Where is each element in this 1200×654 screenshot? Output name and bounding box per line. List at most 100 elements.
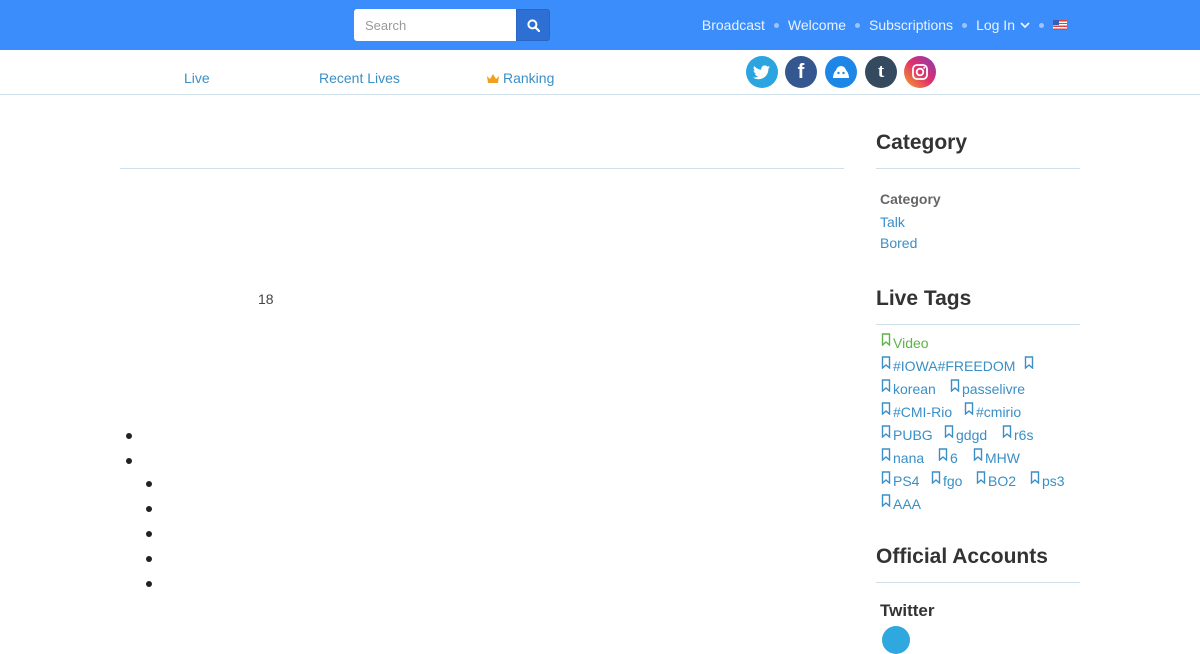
bookmark-icon	[1024, 356, 1034, 369]
search-button[interactable]	[516, 9, 550, 41]
live-tag[interactable]: Video	[881, 333, 929, 351]
welcome-link[interactable]: Welcome	[788, 17, 846, 33]
bookmark-icon	[881, 471, 891, 484]
search-form	[354, 9, 550, 41]
chevron-down-icon	[1020, 22, 1030, 29]
live-tag-label: korean	[893, 381, 936, 397]
top-nav-links: Broadcast Welcome Subscriptions Log In	[702, 0, 1067, 50]
category-label: Category	[880, 191, 941, 207]
live-tag[interactable]: r6s	[1002, 425, 1034, 443]
live-tags-divider	[876, 324, 1080, 325]
broadcast-link[interactable]: Broadcast	[702, 17, 765, 33]
bookmark-icon	[881, 448, 891, 461]
live-tag[interactable]: nana	[881, 448, 925, 466]
tumblr-icon[interactable]: t	[865, 56, 897, 88]
live-tag-label: #IOWA#FREEDOM	[893, 358, 1016, 374]
live-tag[interactable]: #cmirio	[964, 402, 1022, 420]
search-input[interactable]	[354, 9, 516, 41]
category-link-bored[interactable]: Bored	[880, 235, 917, 251]
twitter-heading: Twitter	[880, 601, 935, 620]
live-tag-label: 6	[950, 450, 958, 466]
bookmark-icon	[964, 402, 974, 415]
bookmark-icon	[881, 356, 891, 369]
tab-ranking-label: Ranking	[503, 70, 555, 86]
twitter-bird-glyph	[753, 64, 770, 79]
live-tags-heading: Live Tags	[876, 287, 972, 310]
bookmark-icon	[950, 379, 960, 392]
live-tag-label: PUBG	[893, 427, 933, 443]
live-tag[interactable]: fgo	[931, 471, 963, 489]
live-tag-label: Video	[893, 335, 929, 351]
bookmark-icon	[881, 494, 891, 507]
bookmark-icon	[944, 425, 954, 438]
category-link-talk[interactable]: Talk	[880, 214, 905, 230]
crown-icon	[487, 74, 499, 83]
live-tag-label: ps3	[1042, 473, 1065, 489]
sub-navbar: Live Recent Lives Ranking f t	[0, 50, 1200, 95]
twitter-icon[interactable]	[746, 56, 778, 88]
live-tag[interactable]: AAA	[881, 494, 922, 512]
live-tag[interactable]: MHW	[973, 448, 1020, 466]
list-bullet	[146, 556, 152, 562]
list-bullet	[146, 531, 152, 537]
live-tag[interactable]: gdgd	[944, 425, 988, 443]
tab-live[interactable]: Live	[184, 70, 210, 86]
category-divider	[876, 168, 1080, 169]
bookmark-icon	[976, 471, 986, 484]
bookmark-icon	[1002, 425, 1012, 438]
live-tag[interactable]: korean	[881, 379, 936, 397]
nav-separator	[1039, 22, 1044, 28]
list-bullet	[126, 458, 132, 464]
tab-ranking[interactable]: Ranking	[486, 70, 554, 86]
live-tag[interactable]: BO2	[976, 471, 1017, 489]
live-tag-label: AAA	[893, 496, 922, 512]
official-accounts-divider	[876, 582, 1080, 583]
live-tag-label: BO2	[988, 473, 1017, 489]
nav-separator	[773, 22, 779, 28]
bookmark-icon	[1030, 471, 1040, 484]
list-bullet	[126, 433, 132, 439]
live-tag-label: nana	[893, 450, 925, 466]
main-divider	[120, 168, 844, 169]
live-count: 18	[258, 291, 274, 307]
cas-icon[interactable]	[825, 56, 857, 88]
live-tag-label: #cmirio	[976, 404, 1022, 420]
top-navbar: Broadcast Welcome Subscriptions Log In	[0, 0, 1200, 50]
live-tag-label: passelivre	[962, 381, 1026, 397]
facebook-icon[interactable]: f	[785, 56, 817, 88]
live-tag[interactable]: PS4	[881, 471, 920, 489]
live-tag-label: fgo	[943, 473, 963, 489]
bookmark-icon	[881, 425, 891, 438]
bookmark-icon	[931, 471, 941, 484]
list-bullet	[146, 506, 152, 512]
official-accounts-heading: Official Accounts	[876, 545, 1048, 568]
bookmark-icon	[881, 379, 891, 392]
live-tag[interactable]: PUBG	[881, 425, 933, 443]
list-bullet	[146, 481, 152, 487]
live-tag[interactable]: #IOWA#FREEDOM	[881, 356, 1016, 374]
live-tag[interactable]: ps3	[1030, 471, 1065, 489]
bookmark-icon	[881, 333, 891, 346]
live-tag[interactable]: passelivre	[950, 379, 1026, 397]
live-tag[interactable]: 6	[938, 448, 958, 466]
nav-separator	[962, 22, 968, 28]
tab-recent-lives[interactable]: Recent Lives	[319, 70, 400, 86]
bookmark-icon	[938, 448, 948, 461]
nav-separator	[855, 22, 861, 28]
cas-mascot-glyph	[833, 66, 849, 78]
live-tag-label: gdgd	[956, 427, 988, 443]
camera-glyph	[912, 64, 928, 80]
live-tag[interactable]	[1024, 356, 1036, 369]
login-dropdown[interactable]: Log In	[976, 17, 1030, 33]
subscriptions-link[interactable]: Subscriptions	[869, 17, 953, 33]
live-tag-label: PS4	[893, 473, 920, 489]
live-tag-label: r6s	[1014, 427, 1034, 443]
live-tag[interactable]: #CMI-Rio	[881, 402, 952, 420]
bookmark-icon	[881, 402, 891, 415]
official-twitter-avatar[interactable]	[882, 626, 910, 654]
login-label: Log In	[976, 17, 1015, 33]
instagram-icon[interactable]	[904, 56, 936, 88]
list-bullet	[146, 581, 152, 587]
us-flag-icon[interactable]	[1053, 20, 1067, 30]
category-heading: Category	[876, 131, 968, 154]
